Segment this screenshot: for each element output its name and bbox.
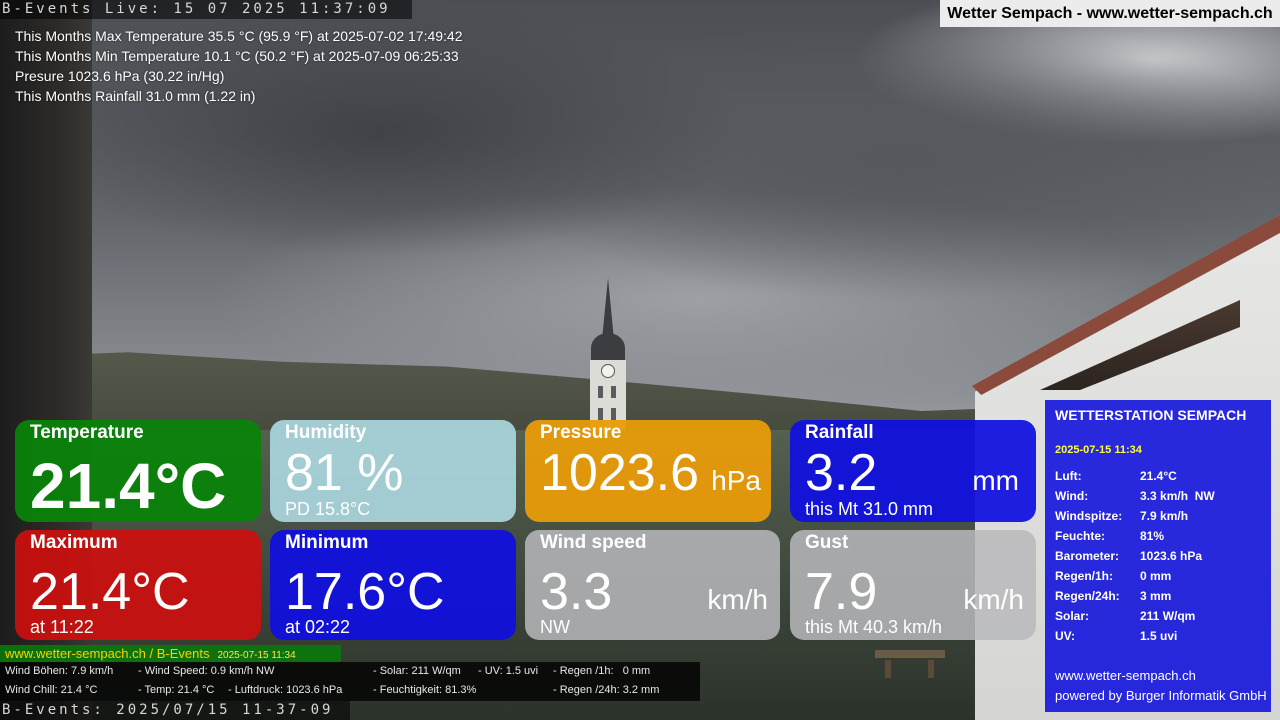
tile-subtext: this Mt 31.0 mm [805, 499, 934, 519]
tile-title: Humidity [285, 422, 367, 443]
tile-subtext: PD 15.8°C [285, 499, 371, 519]
tile-unit: km/h [707, 584, 768, 615]
ticker-wind-speed: - Wind Speed: 0.9 km/h NW [138, 665, 275, 677]
stat-min-temp: This Months Min Temperature 10.1 °C (50.… [15, 48, 459, 64]
live-timestamp-bottom: B-Events: 2025/07/15 11-37-09 [0, 701, 350, 720]
tile-title: Maximum [30, 532, 118, 553]
tile-title: Rainfall [805, 422, 874, 443]
stat-rainfall: This Months Rainfall 31.0 mm (1.22 in) [15, 88, 256, 104]
stat-max-temp: This Months Max Temperature 35.5 °C (95.… [15, 28, 463, 44]
ticker-pressure: - Luftdruck: 1023.6 hPa [228, 684, 343, 696]
tile-pressure: Pressure 1023.6 hPa [525, 420, 771, 522]
stat-pressure: Presure 1023.6 hPa (30.22 in/Hg) [15, 68, 225, 84]
ticker-rain-1h: - Regen /1h: 0 mm [553, 665, 651, 677]
tile-title: Minimum [285, 532, 369, 553]
panel-powered-by: powered by Burger Informatik GmbH [1055, 688, 1267, 703]
ticker-wind-chill: Wind Chill: 21.4 °C [5, 684, 98, 696]
tile-rainfall: Rainfall 3.2 mm this Mt 31.0 mm [790, 420, 1036, 522]
tile-title: Pressure [540, 422, 622, 443]
tile-temperature: Temperature 21.4°C [15, 420, 261, 522]
panel-row-wind: Wind: 3.3 km/h NW [1055, 489, 1215, 503]
tile-subtext: at 11:22 [30, 617, 94, 637]
tile-value: 1023.6 [540, 444, 700, 502]
site-link-text: www.wetter-sempach.ch / B-Events [5, 646, 210, 661]
panel-row-luft: Luft: 21.4°C [1055, 469, 1177, 483]
readings-ticker: Wind Böhen: 7.9 km/h - Wind Speed: 0.9 k… [0, 662, 700, 701]
tile-value: 17.6°C [285, 563, 445, 621]
panel-row-regen-1h: Regen/1h: 0 mm [1055, 569, 1172, 583]
tile-value: 81 % [285, 444, 404, 502]
site-title: Wetter Sempach - www.wetter-sempach.ch [940, 0, 1280, 27]
site-bar: www.wetter-sempach.ch / B-Events 2025-07-… [0, 645, 341, 662]
tile-humidity: Humidity 81 % PD 15.8°C [270, 420, 516, 522]
ticker-solar: - Solar: 211 W/qm [373, 665, 461, 677]
ticker-temp: - Temp: 21.4 °C [138, 684, 215, 696]
tile-value: 21.4°C [30, 563, 190, 621]
tile-subtext: at 02:22 [285, 617, 351, 637]
panel-website: www.wetter-sempach.ch [1055, 668, 1196, 683]
church-steeple [586, 278, 630, 430]
ticker-uv: - UV: 1.5 uvi [478, 665, 539, 677]
tile-subtext: NW [540, 617, 570, 637]
tile-unit: mm [972, 465, 1019, 496]
panel-row-uv: UV: 1.5 uvi [1055, 629, 1178, 643]
ticker-wind-gust: Wind Böhen: 7.9 km/h [5, 665, 114, 677]
tile-title: Wind speed [540, 532, 647, 553]
panel-date: 2025-07-15 11:34 [1055, 444, 1142, 456]
tile-minimum: Minimum 17.6°C at 02:22 [270, 530, 516, 640]
tile-gust: Gust 7.9 km/h this Mt 40.3 km/h [790, 530, 1036, 640]
tile-unit: hPa [711, 465, 761, 496]
panel-row-barometer: Barometer: 1023.6 hPa [1055, 549, 1203, 563]
tile-value: 21.4°C [30, 450, 227, 522]
tile-title: Gust [805, 532, 849, 553]
picnic-bench [875, 650, 945, 658]
tile-wind-speed: Wind speed 3.3 km/h NW [525, 530, 780, 640]
ticker-humidity: - Feuchtigkeit: 81.3% [373, 684, 477, 696]
tile-title: Temperature [30, 422, 144, 443]
live-timestamp-top: B-Events Live: 15 07 2025 11:37:09 [0, 0, 412, 19]
panel-row-feuchte: Feuchte: 81% [1055, 529, 1165, 543]
panel-row-windspitze: Windspitze: 7.9 km/h [1055, 509, 1189, 523]
tile-value: 7.9 [805, 563, 878, 621]
panel-row-solar: Solar: 211 W/qm [1055, 609, 1196, 623]
tile-subtext: this Mt 40.3 km/h [805, 617, 943, 637]
panel-row-regen-24h: Regen/24h: 3 mm [1055, 589, 1172, 603]
station-panel: WETTERSTATION SEMPACH 2025-07-15 11:34 L… [1045, 400, 1271, 712]
panel-title: WETTERSTATION SEMPACH [1055, 407, 1247, 423]
tile-value: 3.2 [805, 444, 878, 502]
tile-unit: km/h [963, 584, 1024, 615]
ticker-rain-24h: - Regen /24h: 3.2 mm [553, 684, 660, 696]
site-bar-timestamp: 2025-07-15 11:34 [217, 650, 296, 661]
tile-value: 3.3 [540, 563, 613, 621]
monthly-stats: This Months Max Temperature 35.5 °C (95.… [15, 26, 463, 106]
tile-maximum: Maximum 21.4°C at 11:22 [15, 530, 261, 640]
panel-readings: Luft: 21.4°C Wind: 3.3 km/h NW Windspitze:… [1055, 468, 1215, 648]
